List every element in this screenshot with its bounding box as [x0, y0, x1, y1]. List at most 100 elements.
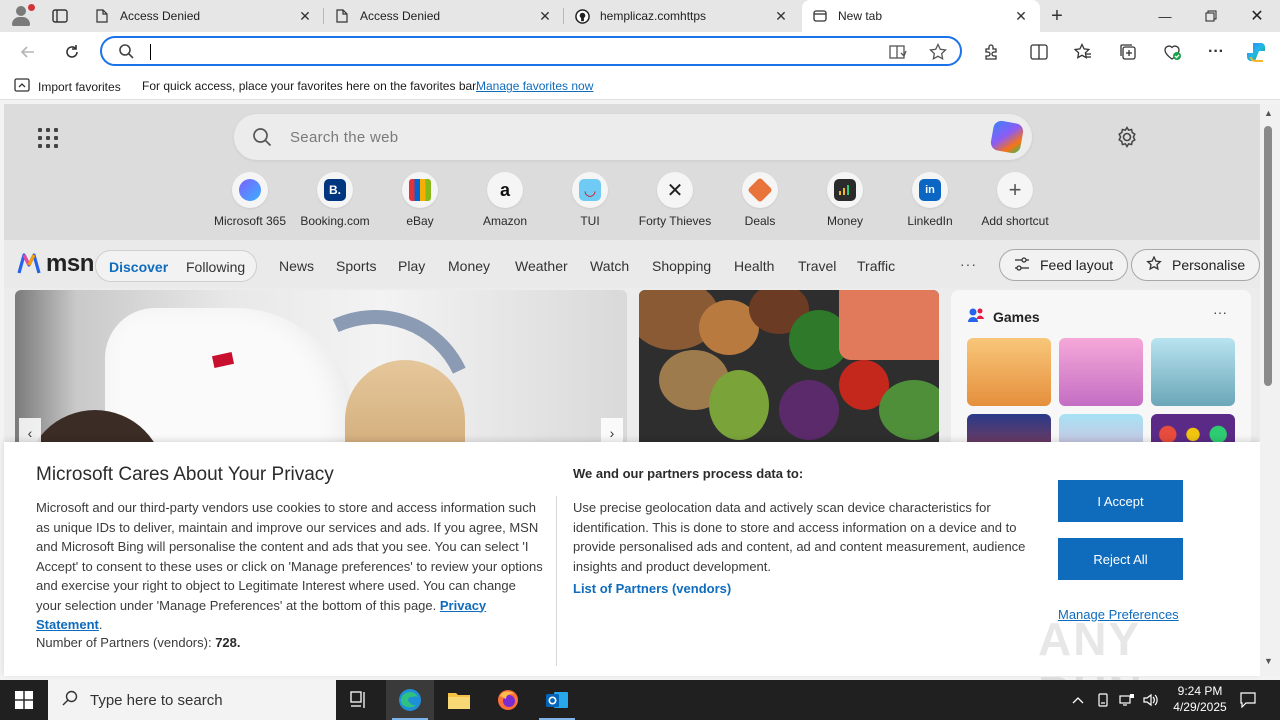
nav-money[interactable]: Money: [448, 258, 490, 274]
tab-discover[interactable]: Discover: [109, 259, 168, 275]
games-title: Games: [993, 308, 1040, 325]
restore-button[interactable]: [1188, 0, 1234, 32]
search-icon: [252, 127, 272, 150]
nav-watch[interactable]: Watch: [590, 258, 629, 274]
minimize-button[interactable]: —: [1142, 0, 1188, 32]
refresh-button[interactable]: [58, 38, 86, 66]
browser-essentials-icon[interactable]: [1158, 38, 1186, 66]
copilot-icon[interactable]: [989, 119, 1025, 155]
shortcut-label: LinkedIn: [907, 214, 953, 228]
shortcut-deals[interactable]: Deals: [720, 172, 800, 228]
feed-layout-button[interactable]: Feed layout: [999, 249, 1129, 281]
close-tab-icon[interactable]: ✕: [296, 7, 314, 25]
games-more-icon[interactable]: ···: [1213, 304, 1227, 320]
page-settings-gear-icon[interactable]: [1116, 126, 1138, 151]
tab-title: Access Denied: [360, 9, 441, 23]
deals-icon: [747, 177, 773, 203]
consent-title: Microsoft Cares About Your Privacy: [36, 464, 334, 485]
app-launcher-icon[interactable]: [38, 128, 58, 148]
booking-icon: B.: [324, 179, 346, 201]
shortcut-ebay[interactable]: eBay: [380, 172, 460, 228]
shortcut-money[interactable]: Money: [805, 172, 885, 228]
personalise-button[interactable]: Personalise: [1131, 249, 1260, 281]
task-view-icon[interactable]: [336, 680, 384, 720]
nav-traffic[interactable]: Traffic: [857, 258, 895, 274]
windows-logo-icon: [15, 691, 33, 709]
volume-icon[interactable]: [1140, 680, 1162, 720]
nav-news[interactable]: News: [279, 258, 314, 274]
shortcut-label: Money: [826, 214, 864, 228]
manage-favorites-link[interactable]: Manage favorites now: [476, 79, 593, 93]
tab-following[interactable]: Following: [186, 259, 245, 275]
shortcut-tui[interactable]: ◡ TUI: [550, 172, 630, 228]
import-favorites-button[interactable]: Import favorites: [14, 78, 121, 95]
game-tile[interactable]: [1151, 338, 1235, 406]
reject-all-button[interactable]: Reject All: [1058, 538, 1183, 580]
device-icon[interactable]: [1092, 680, 1114, 720]
shortcut-microsoft-365[interactable]: Microsoft 365: [210, 172, 290, 228]
copilot-icon[interactable]: [1244, 38, 1272, 66]
game-tile[interactable]: [1059, 338, 1143, 406]
close-tab-icon[interactable]: ✕: [1012, 7, 1030, 25]
page-icon: [94, 8, 110, 24]
favorites-icon[interactable]: [1069, 38, 1097, 66]
network-icon[interactable]: [1116, 680, 1138, 720]
nav-shopping[interactable]: Shopping: [652, 258, 711, 274]
start-button[interactable]: [0, 680, 48, 720]
file-explorer-icon[interactable]: [435, 680, 483, 720]
outlook-icon[interactable]: [533, 680, 581, 720]
favorite-star-icon[interactable]: [928, 42, 948, 62]
scroll-thumb[interactable]: [1264, 126, 1272, 386]
shortcut-linkedin[interactable]: in LinkedIn: [890, 172, 970, 228]
page-scrollbar[interactable]: ▲ ▼: [1260, 104, 1280, 676]
games-header[interactable]: Games: [967, 306, 1040, 327]
tab-access-denied-1[interactable]: Access Denied ✕: [84, 0, 324, 32]
scroll-up-icon[interactable]: ▲: [1264, 108, 1273, 118]
close-tab-icon[interactable]: ✕: [536, 7, 554, 25]
split-screen-icon[interactable]: [1025, 38, 1053, 66]
close-tab-icon[interactable]: ✕: [772, 7, 790, 25]
msn-logo[interactable]: msn: [16, 250, 94, 278]
tab-new-tab[interactable]: New tab ✕: [802, 0, 1040, 32]
address-bar[interactable]: [100, 36, 962, 66]
shortcut-booking[interactable]: B. Booking.com: [295, 172, 375, 228]
i-accept-button[interactable]: I Accept: [1058, 480, 1183, 522]
taskbar-search-box[interactable]: Type here to search: [48, 680, 336, 720]
nav-travel[interactable]: Travel: [798, 258, 836, 274]
extensions-icon[interactable]: [977, 38, 1005, 66]
back-button[interactable]: [14, 38, 42, 66]
collections-icon[interactable]: [1114, 38, 1142, 66]
shortcut-forty-thieves[interactable]: ✕ Forty Thieves: [635, 172, 715, 228]
game-tile[interactable]: [967, 338, 1051, 406]
nav-health[interactable]: Health: [734, 258, 774, 274]
tab-access-denied-2[interactable]: Access Denied ✕: [324, 0, 564, 32]
immersive-reader-icon[interactable]: [888, 42, 908, 62]
shortcut-label: Amazon: [482, 214, 528, 228]
tab-actions-icon[interactable]: [46, 6, 74, 26]
firefox-icon[interactable]: [484, 680, 532, 720]
nav-weather[interactable]: Weather: [515, 258, 568, 274]
profile-icon[interactable]: [8, 4, 36, 28]
clock-time: 9:24 PM: [1177, 684, 1223, 698]
scroll-down-icon[interactable]: ▼: [1264, 656, 1273, 666]
shortcut-label: Booking.com: [300, 214, 370, 228]
system-clock[interactable]: 9:24 PM 4/29/2025: [1160, 683, 1240, 715]
close-window-button[interactable]: ✕: [1234, 0, 1280, 32]
sparkle-star-icon: [1146, 254, 1162, 275]
tab-hemplicaz[interactable]: hemplicaz.comhttps ✕: [564, 0, 800, 32]
web-search-box[interactable]: Search the web: [234, 114, 1032, 160]
windows-taskbar: Type here to search 9:24 PM 4/29/2025: [0, 680, 1280, 720]
plus-icon: +: [1008, 177, 1022, 202]
edge-taskbar-icon[interactable]: [386, 680, 434, 720]
settings-more-icon[interactable]: ···: [1202, 38, 1230, 66]
notifications-icon[interactable]: [1234, 680, 1262, 720]
nav-play[interactable]: Play: [398, 258, 425, 274]
nav-sports[interactable]: Sports: [336, 258, 376, 274]
nav-more-icon[interactable]: ···: [960, 256, 977, 272]
address-input[interactable]: [148, 42, 868, 62]
new-tab-button[interactable]: +: [1046, 5, 1068, 27]
tray-overflow-icon[interactable]: [1068, 680, 1088, 720]
list-of-partners-link[interactable]: List of Partners (vendors): [573, 581, 731, 596]
add-shortcut-button[interactable]: + Add shortcut: [975, 172, 1055, 228]
shortcut-amazon[interactable]: a Amazon: [465, 172, 545, 228]
